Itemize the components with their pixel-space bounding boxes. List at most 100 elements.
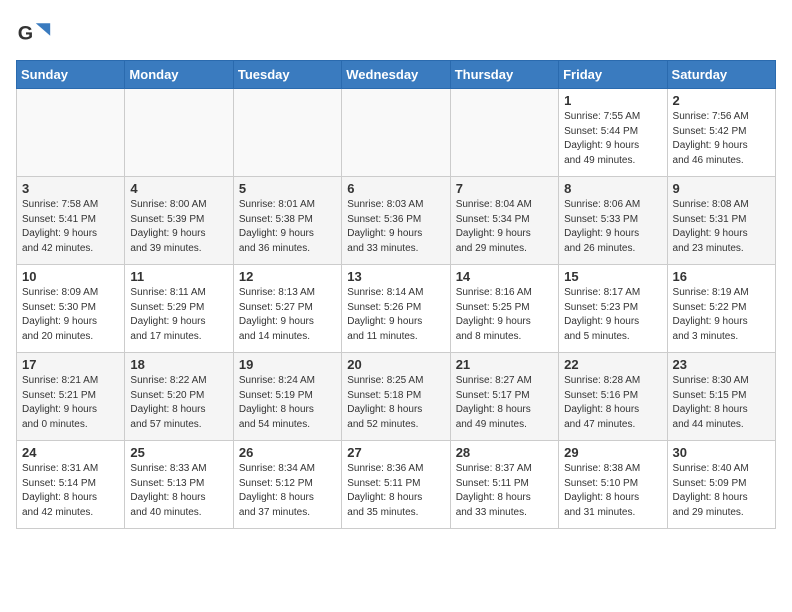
calendar-cell: 18 Sunrise: 8:22 AM Sunset: 5:20 PM Dayli…	[125, 353, 233, 441]
calendar-cell: 29Sunrise: 8:38 AM Sunset: 5:10 PM Dayli…	[559, 441, 667, 529]
weekday-header: Thursday	[450, 61, 558, 89]
day-info: Sunrise: 8:17 AM Sunset: 5:23 PM Dayligh…	[564, 286, 661, 344]
day-number: 20	[347, 357, 444, 372]
day-info: Sunrise: 8:16 AM Sunset: 5:25 PM Dayligh…	[456, 286, 553, 344]
day-info: Sunrise: 8:08 AM Sunset: 5:31 PM Dayligh…	[673, 198, 770, 256]
day-number: 1	[564, 93, 661, 108]
day-number: 23	[673, 357, 770, 372]
day-number: 6	[347, 181, 444, 196]
calendar-cell	[342, 89, 450, 177]
day-info: Sunrise: 7:56 AM Sunset: 5:42 PM Dayligh…	[673, 110, 770, 168]
calendar-cell: 9Sunrise: 8:08 AM Sunset: 5:31 PM Daylig…	[667, 177, 775, 265]
calendar-cell: 16 Sunrise: 8:19 AM Sunset: 5:22 PM Dayli…	[667, 265, 775, 353]
day-number: 4	[130, 181, 227, 196]
calendar-cell: 21 Sunrise: 8:27 AM Sunset: 5:17 PM Dayli…	[450, 353, 558, 441]
calendar-cell	[125, 89, 233, 177]
day-info: Sunrise: 8:22 AM Sunset: 5:20 PM Dayligh…	[130, 374, 227, 432]
day-number: 14	[456, 269, 553, 284]
calendar-table: SundayMondayTuesdayWednesdayThursdayFrid…	[16, 60, 776, 529]
calendar-cell: 28 Sunrise: 8:37 AM Sunset: 5:11 PM Dayli…	[450, 441, 558, 529]
day-info: Sunrise: 8:33 AM Sunset: 5:13 PM Dayligh…	[130, 462, 227, 520]
day-info: Sunrise: 8:34 AM Sunset: 5:12 PM Dayligh…	[239, 462, 336, 520]
day-number: 13	[347, 269, 444, 284]
day-number: 22	[564, 357, 661, 372]
calendar-cell: 22 Sunrise: 8:28 AM Sunset: 5:16 PM Dayli…	[559, 353, 667, 441]
calendar-cell: 12 Sunrise: 8:13 AM Sunset: 5:27 PM Dayli…	[233, 265, 341, 353]
weekday-header: Sunday	[17, 61, 125, 89]
day-info: Sunrise: 8:03 AM Sunset: 5:36 PM Dayligh…	[347, 198, 444, 256]
calendar-cell: 11 Sunrise: 8:11 AM Sunset: 5:29 PM Dayli…	[125, 265, 233, 353]
day-number: 11	[130, 269, 227, 284]
day-info: Sunrise: 8:01 AM Sunset: 5:38 PM Dayligh…	[239, 198, 336, 256]
day-info: Sunrise: 8:27 AM Sunset: 5:17 PM Dayligh…	[456, 374, 553, 432]
day-number: 8	[564, 181, 661, 196]
weekday-header: Monday	[125, 61, 233, 89]
day-number: 7	[456, 181, 553, 196]
day-info: Sunrise: 8:25 AM Sunset: 5:18 PM Dayligh…	[347, 374, 444, 432]
day-number: 21	[456, 357, 553, 372]
calendar-cell: 13 Sunrise: 8:14 AM Sunset: 5:26 PM Dayli…	[342, 265, 450, 353]
logo-icon: G	[16, 16, 52, 52]
calendar-cell: 7 Sunrise: 8:04 AM Sunset: 5:34 PM Daylig…	[450, 177, 558, 265]
day-info: Sunrise: 8:38 AM Sunset: 5:10 PM Dayligh…	[564, 462, 661, 520]
day-info: Sunrise: 8:09 AM Sunset: 5:30 PM Dayligh…	[22, 286, 119, 344]
day-info: Sunrise: 8:00 AM Sunset: 5:39 PM Dayligh…	[130, 198, 227, 256]
day-info: Sunrise: 8:31 AM Sunset: 5:14 PM Dayligh…	[22, 462, 119, 520]
calendar-cell: 14 Sunrise: 8:16 AM Sunset: 5:25 PM Dayli…	[450, 265, 558, 353]
day-number: 16	[673, 269, 770, 284]
calendar-cell: 15Sunrise: 8:17 AM Sunset: 5:23 PM Dayli…	[559, 265, 667, 353]
day-info: Sunrise: 7:55 AM Sunset: 5:44 PM Dayligh…	[564, 110, 661, 168]
calendar-cell: 5 Sunrise: 8:01 AM Sunset: 5:38 PM Daylig…	[233, 177, 341, 265]
day-number: 10	[22, 269, 119, 284]
day-info: Sunrise: 7:58 AM Sunset: 5:41 PM Dayligh…	[22, 198, 119, 256]
calendar-cell	[450, 89, 558, 177]
page-header: G	[16, 16, 776, 52]
day-number: 19	[239, 357, 336, 372]
day-info: Sunrise: 8:37 AM Sunset: 5:11 PM Dayligh…	[456, 462, 553, 520]
calendar-cell: 23 Sunrise: 8:30 AM Sunset: 5:15 PM Dayli…	[667, 353, 775, 441]
day-info: Sunrise: 8:13 AM Sunset: 5:27 PM Dayligh…	[239, 286, 336, 344]
day-info: Sunrise: 8:06 AM Sunset: 5:33 PM Dayligh…	[564, 198, 661, 256]
calendar-cell: 30 Sunrise: 8:40 AM Sunset: 5:09 PM Dayli…	[667, 441, 775, 529]
day-number: 5	[239, 181, 336, 196]
day-number: 24	[22, 445, 119, 460]
day-number: 26	[239, 445, 336, 460]
weekday-header: Saturday	[667, 61, 775, 89]
day-number: 28	[456, 445, 553, 460]
calendar-cell: 1 Sunrise: 7:55 AM Sunset: 5:44 PM Daylig…	[559, 89, 667, 177]
day-number: 25	[130, 445, 227, 460]
calendar-cell: 24 Sunrise: 8:31 AM Sunset: 5:14 PM Dayli…	[17, 441, 125, 529]
day-number: 30	[673, 445, 770, 460]
calendar-cell: 26 Sunrise: 8:34 AM Sunset: 5:12 PM Dayli…	[233, 441, 341, 529]
calendar-header: SundayMondayTuesdayWednesdayThursdayFrid…	[17, 61, 776, 89]
calendar-cell: 6 Sunrise: 8:03 AM Sunset: 5:36 PM Daylig…	[342, 177, 450, 265]
calendar-cell: 25 Sunrise: 8:33 AM Sunset: 5:13 PM Dayli…	[125, 441, 233, 529]
day-info: Sunrise: 8:40 AM Sunset: 5:09 PM Dayligh…	[673, 462, 770, 520]
day-info: Sunrise: 8:19 AM Sunset: 5:22 PM Dayligh…	[673, 286, 770, 344]
weekday-header: Wednesday	[342, 61, 450, 89]
calendar-cell: 17Sunrise: 8:21 AM Sunset: 5:21 PM Dayli…	[17, 353, 125, 441]
day-number: 3	[22, 181, 119, 196]
day-number: 27	[347, 445, 444, 460]
day-info: Sunrise: 8:24 AM Sunset: 5:19 PM Dayligh…	[239, 374, 336, 432]
day-number: 2	[673, 93, 770, 108]
day-number: 12	[239, 269, 336, 284]
day-number: 18	[130, 357, 227, 372]
weekday-header: Tuesday	[233, 61, 341, 89]
calendar-cell: 4 Sunrise: 8:00 AM Sunset: 5:39 PM Daylig…	[125, 177, 233, 265]
calendar-cell: 10 Sunrise: 8:09 AM Sunset: 5:30 PM Dayli…	[17, 265, 125, 353]
calendar-cell: 27 Sunrise: 8:36 AM Sunset: 5:11 PM Dayli…	[342, 441, 450, 529]
weekday-header: Friday	[559, 61, 667, 89]
day-info: Sunrise: 8:11 AM Sunset: 5:29 PM Dayligh…	[130, 286, 227, 344]
calendar-cell: 8 Sunrise: 8:06 AM Sunset: 5:33 PM Daylig…	[559, 177, 667, 265]
calendar-cell: 3 Sunrise: 7:58 AM Sunset: 5:41 PM Daylig…	[17, 177, 125, 265]
day-info: Sunrise: 8:30 AM Sunset: 5:15 PM Dayligh…	[673, 374, 770, 432]
calendar-cell: 20 Sunrise: 8:25 AM Sunset: 5:18 PM Dayli…	[342, 353, 450, 441]
day-info: Sunrise: 8:21 AM Sunset: 5:21 PM Dayligh…	[22, 374, 119, 432]
day-info: Sunrise: 8:28 AM Sunset: 5:16 PM Dayligh…	[564, 374, 661, 432]
calendar-cell: 19 Sunrise: 8:24 AM Sunset: 5:19 PM Dayli…	[233, 353, 341, 441]
calendar-cell: 2 Sunrise: 7:56 AM Sunset: 5:42 PM Daylig…	[667, 89, 775, 177]
day-info: Sunrise: 8:14 AM Sunset: 5:26 PM Dayligh…	[347, 286, 444, 344]
day-info: Sunrise: 8:04 AM Sunset: 5:34 PM Dayligh…	[456, 198, 553, 256]
day-info: Sunrise: 8:36 AM Sunset: 5:11 PM Dayligh…	[347, 462, 444, 520]
